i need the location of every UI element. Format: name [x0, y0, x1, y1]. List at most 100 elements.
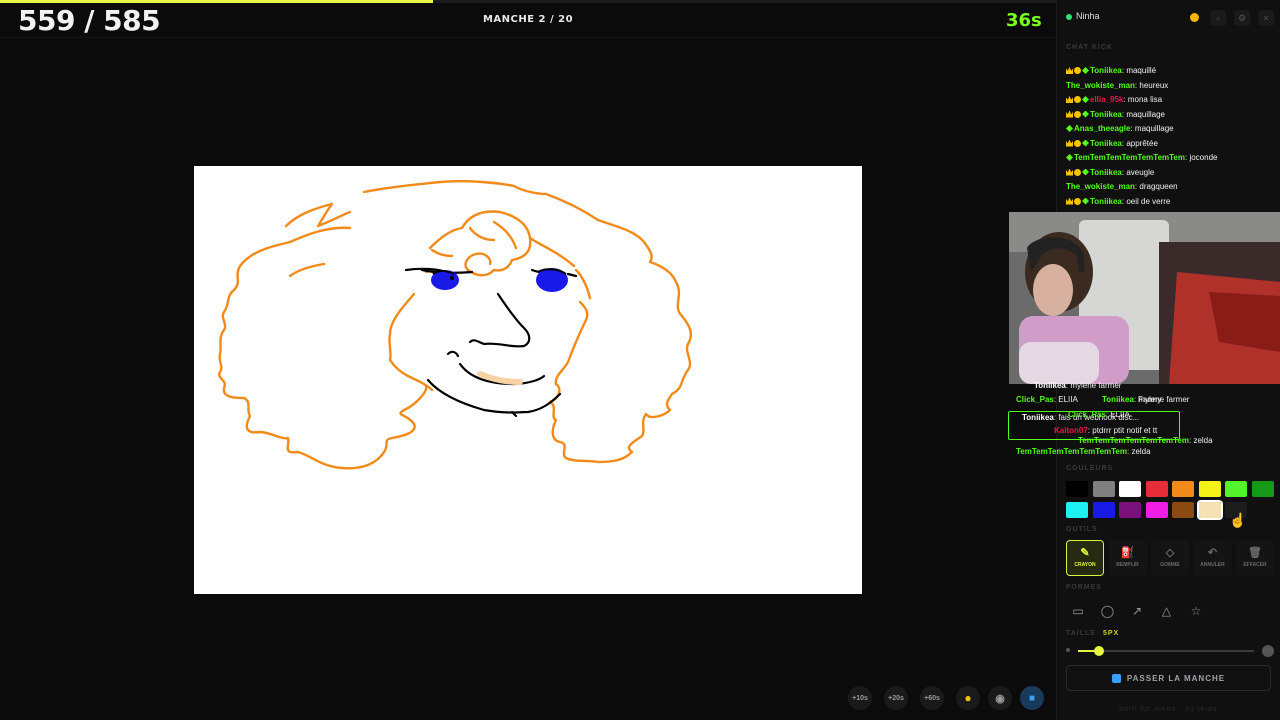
coin-icon: [1190, 13, 1199, 22]
chat-message: Toniikea: apprêtée: [1066, 137, 1276, 152]
eye-icon[interactable]: ◉: [988, 686, 1012, 710]
tool-effacer-button[interactable]: 🗑 EFFACER: [1236, 540, 1274, 576]
chat-message: TemTemTemTemTemTemTem: joconde: [1066, 151, 1276, 166]
tool-annuler-button[interactable]: ↶ ANNULER: [1193, 540, 1232, 576]
skip-icon-button[interactable]: ■: [1020, 686, 1044, 710]
chat-message: The_wokiste_man: dragqueen: [1066, 180, 1276, 195]
crown-badge-icon: [1066, 139, 1073, 147]
overlay-text: zelda: [1193, 436, 1213, 445]
chat-username[interactable]: Toniikea: [1090, 139, 1122, 148]
chat-text: dragqueen: [1139, 182, 1178, 191]
color-swatch[interactable]: [1225, 481, 1247, 497]
chat-list: Toniikea: maquillé The_wokiste_man: heure…: [1066, 64, 1276, 209]
chat-username[interactable]: Toniikea: [1090, 197, 1122, 206]
chat-text: apprêtée: [1126, 138, 1158, 148]
gem-badge-icon: [1066, 125, 1073, 132]
chat-message: Anas_theeagle: maquillage: [1066, 122, 1276, 137]
skip-round-button[interactable]: PASSER LA MANCHE: [1066, 665, 1271, 691]
overlay-chat-line: Click_Pas: ELIIA: [1016, 395, 1078, 404]
header-divider: [0, 37, 1056, 38]
size-label: TAILLE: [1066, 630, 1096, 637]
size-min-dot: [1066, 648, 1070, 652]
footer-credit: built for ninha · by leido: [1119, 706, 1218, 713]
tool-crayon-button[interactable]: ✎ CRAYON: [1066, 540, 1104, 576]
tool-label: ANNULER: [1200, 562, 1225, 568]
skip-icon: [1111, 673, 1121, 683]
color-swatch[interactable]: [1172, 481, 1194, 497]
overlay-chat-line: Toniikea: mylene farmer: [1034, 381, 1121, 390]
tool-gomme-button[interactable]: ◇ GOMME: [1151, 540, 1189, 576]
gem-badge-icon: [1082, 110, 1089, 118]
color-swatch[interactable]: [1066, 502, 1088, 518]
gem-badge-icon: [1082, 139, 1089, 147]
overlay-text: mylene farmer: [1138, 395, 1190, 404]
popout-icon[interactable]: ▫: [1210, 10, 1226, 26]
cursor-icon: ☝: [1229, 512, 1247, 528]
chat-text: joconde: [1189, 153, 1218, 162]
tool-label: GOMME: [1160, 562, 1180, 568]
star-icon[interactable]: ☆: [1186, 601, 1206, 621]
trash-icon: 🗑: [1248, 547, 1262, 559]
coin-badge-icon: [1074, 197, 1081, 205]
color-swatch[interactable]: [1119, 502, 1141, 518]
color-swatch[interactable]: [1119, 481, 1141, 497]
overlay-chat-line: TemTemTemTemTemTemTem: zelda: [1016, 447, 1151, 456]
color-swatch[interactable]: [1251, 481, 1274, 497]
close-icon[interactable]: ×: [1258, 10, 1274, 26]
gem-badge-icon: [1082, 168, 1089, 176]
gem-badge-icon: [1082, 96, 1089, 103]
rectangle-icon[interactable]: ▭: [1068, 601, 1088, 621]
gem-badge-icon: [1066, 154, 1073, 161]
color-swatch[interactable]: [1198, 481, 1221, 497]
round-timer: 36s: [1006, 10, 1042, 31]
undo-icon: ↶: [1207, 547, 1218, 559]
overlay-username: Toniikea: [1102, 395, 1134, 404]
chat-username[interactable]: Toniikea: [1090, 168, 1122, 177]
gear-icon[interactable]: ⚙: [1234, 10, 1250, 26]
hint-bulb-icon[interactable]: ●: [956, 686, 980, 710]
brush-size-slider[interactable]: [1078, 650, 1254, 652]
color-swatch[interactable]: [1172, 502, 1194, 518]
chat-username[interactable]: TemTemTemTemTemTemTem: [1074, 153, 1185, 162]
color-swatch[interactable]: [1145, 481, 1168, 497]
color-swatch[interactable]: [1145, 502, 1168, 518]
add-60s-button[interactable]: +60s: [920, 686, 944, 710]
size-value: 5PX: [1102, 630, 1120, 637]
add-10s-button[interactable]: +10s: [848, 686, 872, 710]
add-20s-button[interactable]: +20s: [884, 686, 908, 710]
streamer-name: Ninha: [1076, 11, 1100, 21]
ellipse-icon[interactable]: ◯: [1098, 601, 1118, 621]
arrow-icon[interactable]: ↗: [1127, 601, 1147, 621]
overlay-text: mylene farmer: [1070, 381, 1122, 390]
chat-username[interactable]: The_wokiste_man: [1066, 182, 1135, 191]
size-max-dot: [1262, 645, 1274, 657]
tools-section-label: OUTILS: [1066, 526, 1098, 533]
overlay-highlight-box: [1008, 411, 1180, 440]
webcam-image: [1009, 212, 1280, 384]
chat-section-label: CHAT KICK: [1066, 44, 1113, 51]
chat-text: maquillage: [1134, 124, 1174, 133]
color-swatch[interactable]: [1066, 481, 1088, 497]
size-section-label: TAILLE 5PX: [1066, 630, 1119, 637]
chat-username[interactable]: Anas_theeagle: [1074, 124, 1130, 133]
chat-username[interactable]: ellia_95k: [1090, 95, 1123, 104]
tool-label: EFFACER: [1243, 562, 1267, 568]
chat-message: ellia_95k: mona lisa: [1066, 93, 1276, 108]
chat-message: Toniikea: maquillé: [1066, 64, 1276, 79]
chat-message: The_wokiste_man: heureux: [1066, 79, 1276, 94]
chat-username[interactable]: Toniikea: [1090, 110, 1122, 119]
triangle-icon[interactable]: △: [1157, 601, 1177, 621]
color-swatch[interactable]: [1092, 502, 1115, 518]
coin-badge-icon: [1074, 139, 1081, 147]
chat-username[interactable]: Toniikea: [1090, 66, 1122, 75]
chat-username[interactable]: The_wokiste_man: [1066, 81, 1135, 90]
chat-text: mona lisa: [1127, 95, 1163, 104]
color-swatch[interactable]: [1196, 500, 1223, 520]
drawing-canvas[interactable]: [194, 166, 862, 594]
tool-remplir-button[interactable]: ⛽ REMPLIR: [1108, 540, 1147, 576]
overlay-text: zelda: [1131, 447, 1151, 456]
color-swatch[interactable]: [1092, 481, 1115, 497]
round-indicator: MANCHE 2 / 20: [482, 14, 574, 25]
fill-icon: ⛽: [1120, 547, 1135, 559]
round-progress-fill: [0, 0, 433, 3]
